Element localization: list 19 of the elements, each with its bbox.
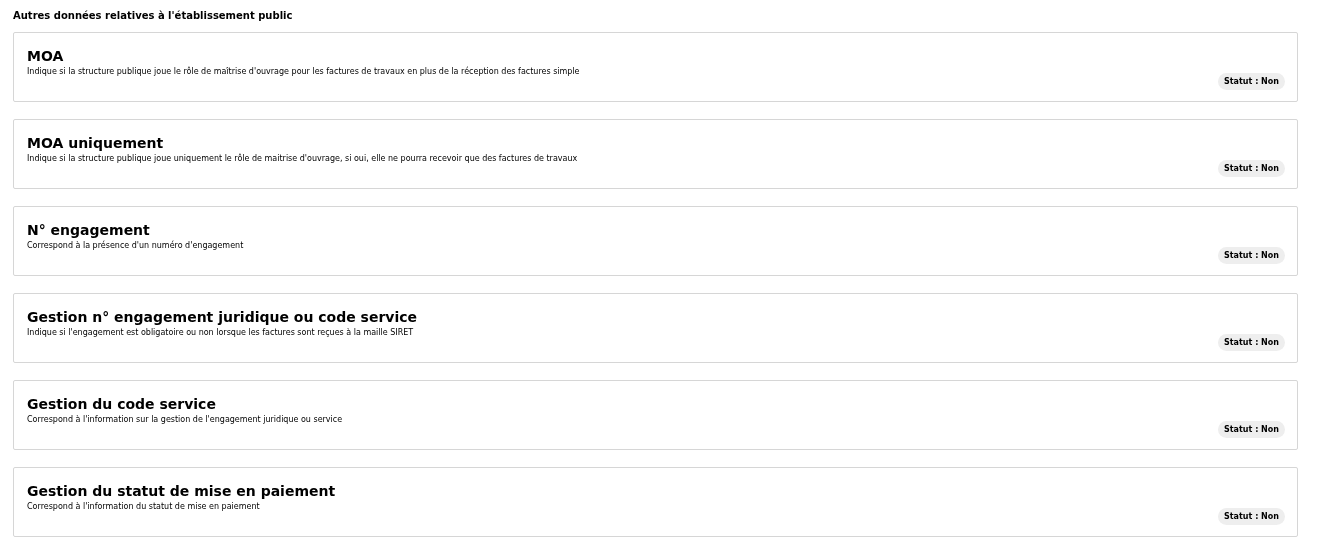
card-title: Gestion du statut de mise en paiement	[27, 482, 336, 500]
card-title: MOA uniquement	[27, 134, 165, 152]
card-description: Correspond à l'information du statut de mise en paiement	[27, 501, 261, 513]
card-description: Indique si la structure publique joue le rôle de maîtrise d'ouvrage pour les factures de travaux en plus de la réception des factures simple	[27, 66, 580, 78]
card-title: MOA	[27, 47, 65, 65]
card-title: Gestion du code service	[27, 395, 217, 413]
status-badge: Statut : Non	[1218, 421, 1285, 438]
card-title: Gestion n° engagement juridique ou code service	[27, 308, 418, 326]
card-description: Correspond à l'information sur la gestion de l'engagement juridique ou service	[27, 414, 343, 426]
status-badge: Statut : Non	[1218, 160, 1285, 177]
card-description: Indique si la structure publique joue uniquement le rôle de maitrise d'ouvrage, si oui, elle ne pourra recevoir que des factures de travaux	[27, 153, 578, 165]
status-badge: Statut : Non	[1218, 73, 1285, 90]
section-title: Autres données relatives à l'établissement public	[13, 9, 294, 23]
card-description: Correspond à la présence d'un numéro d'engagement	[27, 240, 244, 252]
status-badge: Statut : Non	[1218, 508, 1285, 525]
status-badge: Statut : Non	[1218, 247, 1285, 264]
status-badge: Statut : Non	[1218, 334, 1285, 351]
card-description: Indique si l'engagement est obligatoire ou non lorsque les factures sont reçues à la maille SIRET	[27, 327, 415, 339]
card-title: N° engagement	[27, 221, 151, 239]
